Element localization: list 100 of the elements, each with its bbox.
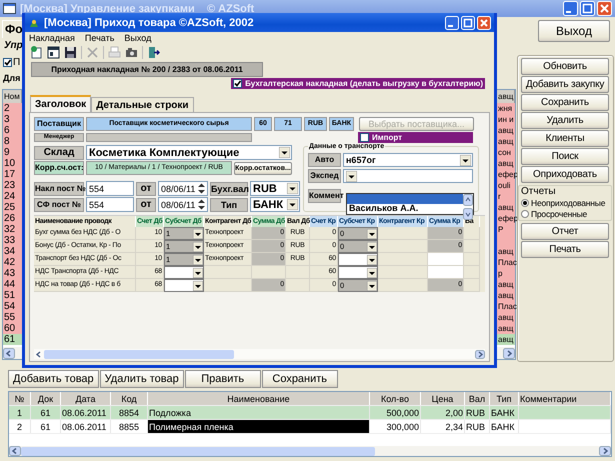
table-cell[interactable] [428, 266, 464, 279]
window-icon[interactable] [46, 45, 61, 60]
column-header[interactable]: Цена [421, 392, 465, 405]
close-icon[interactable] [477, 16, 491, 30]
cell-dropdown[interactable] [338, 253, 378, 266]
column-header[interactable]: Комментарии [519, 392, 611, 405]
tab[interactable]: Заголовок [30, 95, 92, 112]
currency-dropdown[interactable]: БАНК [250, 197, 300, 212]
table-cell: авщ [497, 202, 515, 213]
spin-icon[interactable] [197, 198, 206, 211]
table-cell: RUB [465, 420, 490, 433]
table-row[interactable]: 2 61 08.06.2011 8855 Полимерная пленка 300,000 2,34 RUB БАНК [9, 420, 611, 434]
column-header[interactable]: Кол-во [370, 392, 421, 405]
camera-icon[interactable] [124, 45, 139, 60]
scroll-right-icon[interactable] [599, 446, 611, 456]
table-cell: авщ [497, 312, 515, 323]
radio-button[interactable] [521, 198, 529, 206]
toolbar-button[interactable]: Удалить товар [100, 370, 184, 388]
scrollbar-icon[interactable] [463, 194, 473, 220]
table-cell: ouli [497, 180, 515, 191]
minimize-icon[interactable] [445, 16, 459, 30]
table-cell: RUB [465, 406, 490, 419]
caret-icon[interactable] [287, 183, 298, 194]
table-cell[interactable] [428, 253, 464, 266]
scroll-right-icon[interactable] [475, 350, 485, 358]
scroll-left-icon[interactable] [9, 446, 21, 456]
radio-label[interactable]: Неоприходованные [531, 198, 606, 208]
caret-icon[interactable] [279, 147, 290, 158]
tab[interactable]: Детальные строки [91, 97, 194, 112]
menu-item[interactable]: Печать [84, 32, 114, 44]
save-icon[interactable] [63, 45, 78, 60]
action-button[interactable]: Поиск [521, 148, 609, 165]
column-header[interactable]: Вал [465, 392, 490, 405]
table-cell: 61 [31, 420, 61, 433]
radio-button[interactable] [521, 210, 529, 218]
date-field[interactable]: 08/06/11 [158, 197, 208, 212]
table-cell: жня [497, 103, 515, 114]
action-button[interactable]: Оприходовать [521, 166, 609, 183]
column-header[interactable]: Док [31, 392, 61, 405]
caret-icon[interactable] [460, 154, 471, 166]
date-field[interactable]: 08/06/11 [158, 181, 208, 196]
table-cell: 60 [3, 323, 22, 334]
number-field[interactable]: 554 [86, 197, 134, 212]
table-cell: ефер [497, 213, 515, 224]
scrollbar[interactable] [34, 349, 485, 359]
table-cell: 9 [3, 147, 22, 158]
column-header[interactable]: Наименование [148, 392, 370, 405]
toolbar-button[interactable]: Править [184, 370, 261, 388]
menu-item[interactable]: Выход [124, 32, 152, 44]
action-button[interactable]: Сохранить [521, 94, 609, 111]
table-cell: P [497, 224, 515, 235]
caret-icon[interactable] [346, 170, 357, 182]
maximize-icon[interactable] [461, 16, 475, 30]
column-header[interactable]: Тип [490, 392, 519, 405]
action-button[interactable]: Обновить [521, 58, 609, 75]
table-cell: 34 [3, 246, 22, 257]
list-title: Для [3, 72, 20, 85]
action-button[interactable]: Добавить закупку [521, 76, 609, 93]
checkbox[interactable] [233, 79, 242, 88]
table-cell: авщ [497, 334, 515, 345]
caret-icon[interactable] [367, 268, 377, 278]
column-header[interactable]: № [9, 392, 31, 405]
scrollbar[interactable] [9, 446, 611, 456]
menu-item[interactable]: Накладная [29, 32, 75, 44]
table-cell: 33 [3, 235, 22, 246]
exit-icon[interactable] [146, 45, 161, 60]
report-button[interactable]: Печать [521, 241, 609, 258]
caret-icon[interactable] [193, 280, 203, 290]
caret-icon[interactable] [287, 199, 298, 210]
column-header[interactable]: Код [111, 392, 148, 405]
warehouse-dropdown[interactable]: Косметика Комплектующие [86, 145, 292, 160]
column-header[interactable]: Дата [61, 392, 111, 405]
scroll-right-icon[interactable] [503, 348, 515, 358]
field-label: Экспед [308, 169, 341, 183]
caret-icon[interactable] [367, 254, 377, 264]
checkbox[interactable] [3, 58, 12, 67]
action-button[interactable]: Клиенты [521, 130, 609, 147]
exit-button[interactable]: Выход [538, 20, 610, 42]
field-label: Поставщик [34, 117, 84, 131]
scroll-left-icon[interactable] [3, 348, 15, 358]
cell-dropdown[interactable] [338, 266, 378, 279]
action-button[interactable]: Удалить [521, 112, 609, 129]
caret-icon[interactable] [193, 268, 203, 278]
toolbar-button[interactable]: Сохранить [262, 370, 338, 388]
new-document-icon[interactable] [29, 45, 44, 60]
car-dropdown[interactable]: н657ог [343, 153, 473, 167]
table-row[interactable]: 1 61 08.06.2011 8854 Подложка 500,000 2,00 RUB БАНК [9, 406, 611, 420]
list-option[interactable]: Васильков А.А. [347, 204, 463, 213]
checkbox[interactable] [360, 132, 369, 142]
radio-label[interactable]: Просроченные [531, 208, 588, 218]
toolbar-button[interactable]: Добавить товар [8, 370, 99, 388]
currency-dropdown[interactable]: RUB [250, 181, 300, 196]
table-cell: 6 [3, 125, 22, 136]
cell-dropdown[interactable] [164, 279, 204, 292]
spin-icon[interactable] [197, 182, 206, 195]
report-button[interactable]: Отчет [521, 223, 609, 240]
table-cell: 1 [9, 406, 31, 419]
table-cell: 8854 [111, 406, 148, 419]
cell-dropdown[interactable] [164, 266, 204, 279]
number-field[interactable]: 554 [86, 181, 134, 196]
